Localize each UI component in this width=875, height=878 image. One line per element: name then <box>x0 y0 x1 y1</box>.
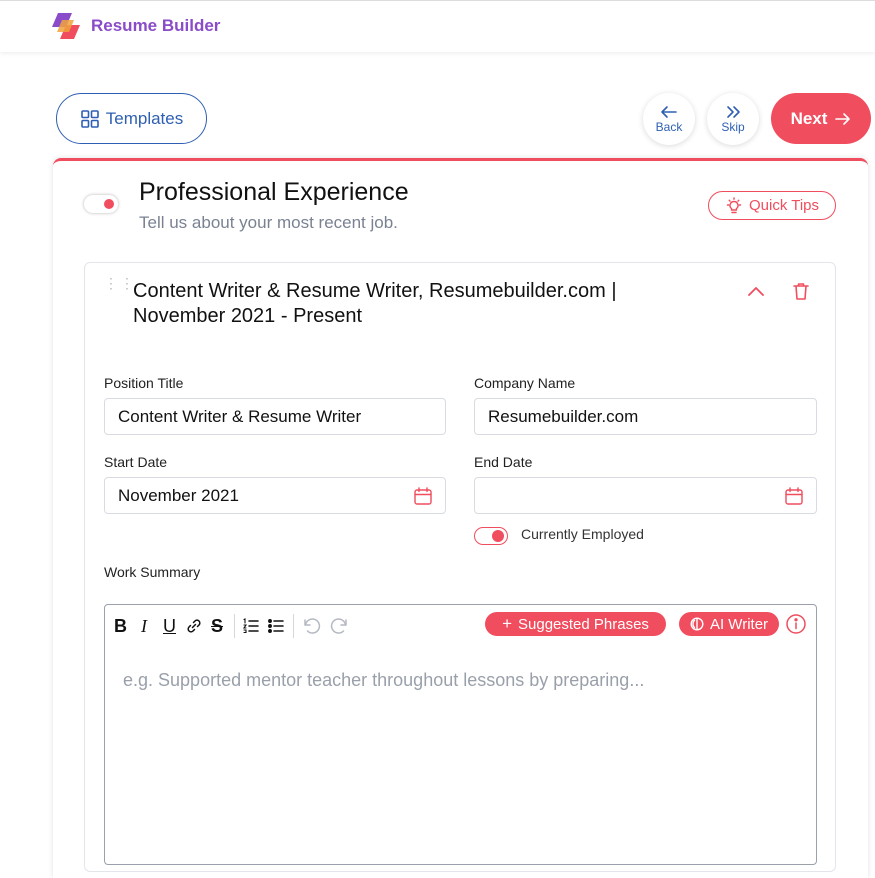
section-toggle[interactable] <box>84 195 118 213</box>
drag-handle-icon[interactable]: ⋮⋮ <box>104 276 136 290</box>
next-button[interactable]: Next <box>771 93 871 144</box>
double-chevron-right-icon <box>727 105 740 118</box>
underline-button[interactable]: U <box>163 616 176 637</box>
suggested-phrases-button[interactable]: + Suggested Phrases <box>485 612 666 636</box>
next-label: Next <box>790 108 828 128</box>
chevron-up-icon[interactable] <box>746 284 766 298</box>
ai-writer-icon <box>690 617 704 631</box>
editor-placeholder: e.g. Supported mentor teacher throughout… <box>123 670 645 690</box>
bullet-list-icon[interactable] <box>267 617 285 635</box>
calendar-icon[interactable] <box>413 486 433 506</box>
end-date-input[interactable] <box>474 477 817 514</box>
redo-icon[interactable] <box>330 616 350 636</box>
position-title-input[interactable]: Content Writer & Resume Writer <box>104 398 446 435</box>
ai-writer-label: AI Writer <box>709 615 769 633</box>
logo-icon <box>52 13 80 39</box>
section-subtitle: Tell us about your most recent job. <box>139 213 398 232</box>
app-header: Resume Builder <box>0 0 875 52</box>
suggested-phrases-label: Suggested Phrases <box>518 615 649 633</box>
skip-label: Skip <box>721 119 745 134</box>
lightbulb-icon <box>726 196 742 213</box>
ordered-list-icon[interactable] <box>242 617 260 635</box>
start-date-label: Start Date <box>104 454 168 470</box>
templates-label: Templates <box>105 108 184 128</box>
info-icon[interactable] <box>785 613 807 635</box>
quick-tips-button[interactable]: Quick Tips <box>708 191 836 220</box>
ai-writer-button[interactable]: AI Writer <box>679 612 779 636</box>
work-summary-editor[interactable] <box>104 604 817 865</box>
start-date-value: November 2021 <box>118 485 239 505</box>
brand-name: Resume Builder <box>91 16 221 35</box>
arrow-right-icon <box>835 112 851 125</box>
position-title-value: Content Writer & Resume Writer <box>118 406 362 426</box>
toggle-knob <box>492 530 504 542</box>
undo-icon[interactable] <box>301 616 321 636</box>
calendar-icon[interactable] <box>784 486 804 506</box>
quick-tips-label: Quick Tips <box>748 197 820 214</box>
bold-button[interactable]: B <box>114 616 127 637</box>
grid-icon <box>80 109 99 128</box>
section-title: Professional Experience <box>139 178 409 206</box>
link-icon[interactable] <box>186 618 202 634</box>
entry-title: Content Writer & Resume Writer, Resumebu… <box>133 280 617 327</box>
back-label: Back <box>655 119 683 134</box>
skip-button[interactable]: Skip <box>707 93 759 145</box>
trash-icon[interactable] <box>792 281 810 301</box>
toolbar-separator <box>234 614 235 638</box>
company-name-value: Resumebuilder.com <box>488 406 639 426</box>
arrow-left-icon <box>661 105 677 118</box>
start-date-input[interactable]: November 2021 <box>104 477 446 514</box>
templates-button[interactable]: Templates <box>56 93 207 144</box>
toolbar-separator <box>293 614 294 638</box>
currently-employed-label: Currently Employed <box>521 526 644 542</box>
toggle-knob <box>104 199 114 209</box>
end-date-label: End Date <box>474 454 533 470</box>
strikethrough-button[interactable]: S <box>211 616 223 637</box>
work-summary-label: Work Summary <box>104 564 201 580</box>
plus-icon: + <box>502 614 512 633</box>
italic-button[interactable]: I <box>141 616 147 637</box>
company-name-label: Company Name <box>474 375 576 391</box>
back-button[interactable]: Back <box>643 93 695 145</box>
position-title-label: Position Title <box>104 375 184 391</box>
company-name-input[interactable]: Resumebuilder.com <box>474 398 817 435</box>
currently-employed-toggle[interactable] <box>474 527 508 545</box>
